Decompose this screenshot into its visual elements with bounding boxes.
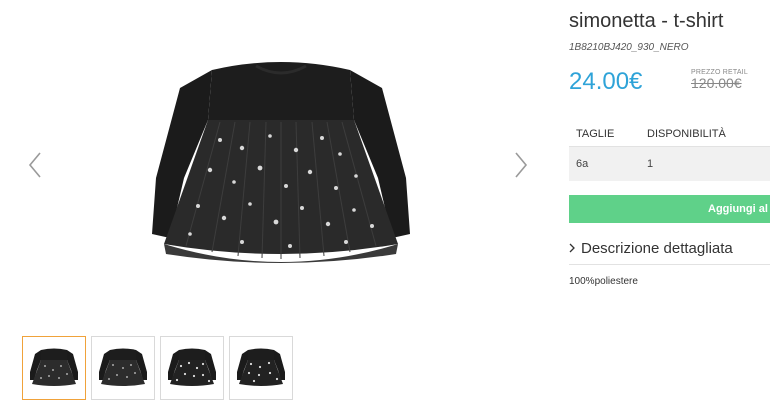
product-gallery (0, 0, 560, 406)
thumbnail-4[interactable] (229, 336, 293, 400)
sizes-table: TAGLIE DISPONIBILITÀ 6a 1 (569, 122, 770, 181)
description-text: 100%poliestere (569, 276, 638, 287)
description-toggle-label: Descrizione dettagliata (581, 240, 733, 257)
description-toggle[interactable]: Descrizione dettagliata (569, 240, 733, 257)
product-title: simonetta - t-shirt (569, 10, 724, 32)
product-main-image (150, 58, 412, 280)
size-row[interactable]: 6a 1 (569, 147, 770, 181)
thumbnail-3[interactable] (160, 336, 224, 400)
sizes-header-availability: DISPONIBILITÀ (647, 128, 726, 140)
availability-value: 1 (647, 158, 654, 170)
thumbnail-2[interactable] (91, 336, 155, 400)
sizes-table-header: TAGLIE DISPONIBILITÀ (569, 122, 770, 147)
sizes-header-size: TAGLIE (576, 128, 615, 140)
retail-price-block: PREZZO RETAIL 120.00€ (691, 69, 748, 91)
chevron-right-icon (515, 152, 528, 178)
product-info-panel: simonetta - t-shirt 1B8210BJ420_930_NERO… (569, 0, 770, 406)
gallery-next-button[interactable] (512, 150, 530, 180)
thumbnail-strip (22, 336, 293, 400)
product-price: 24.00€ (569, 68, 643, 95)
retail-price-value: 120.00€ (691, 75, 742, 91)
size-value: 6a (576, 158, 589, 170)
chevron-left-icon (28, 152, 41, 178)
add-to-cart-button[interactable]: Aggiungi al c (569, 195, 770, 223)
chevron-right-icon (569, 240, 575, 257)
thumbnail-1[interactable] (22, 336, 86, 400)
divider (569, 264, 770, 265)
product-sku: 1B8210BJ420_930_NERO (569, 42, 689, 53)
gallery-prev-button[interactable] (26, 150, 44, 180)
